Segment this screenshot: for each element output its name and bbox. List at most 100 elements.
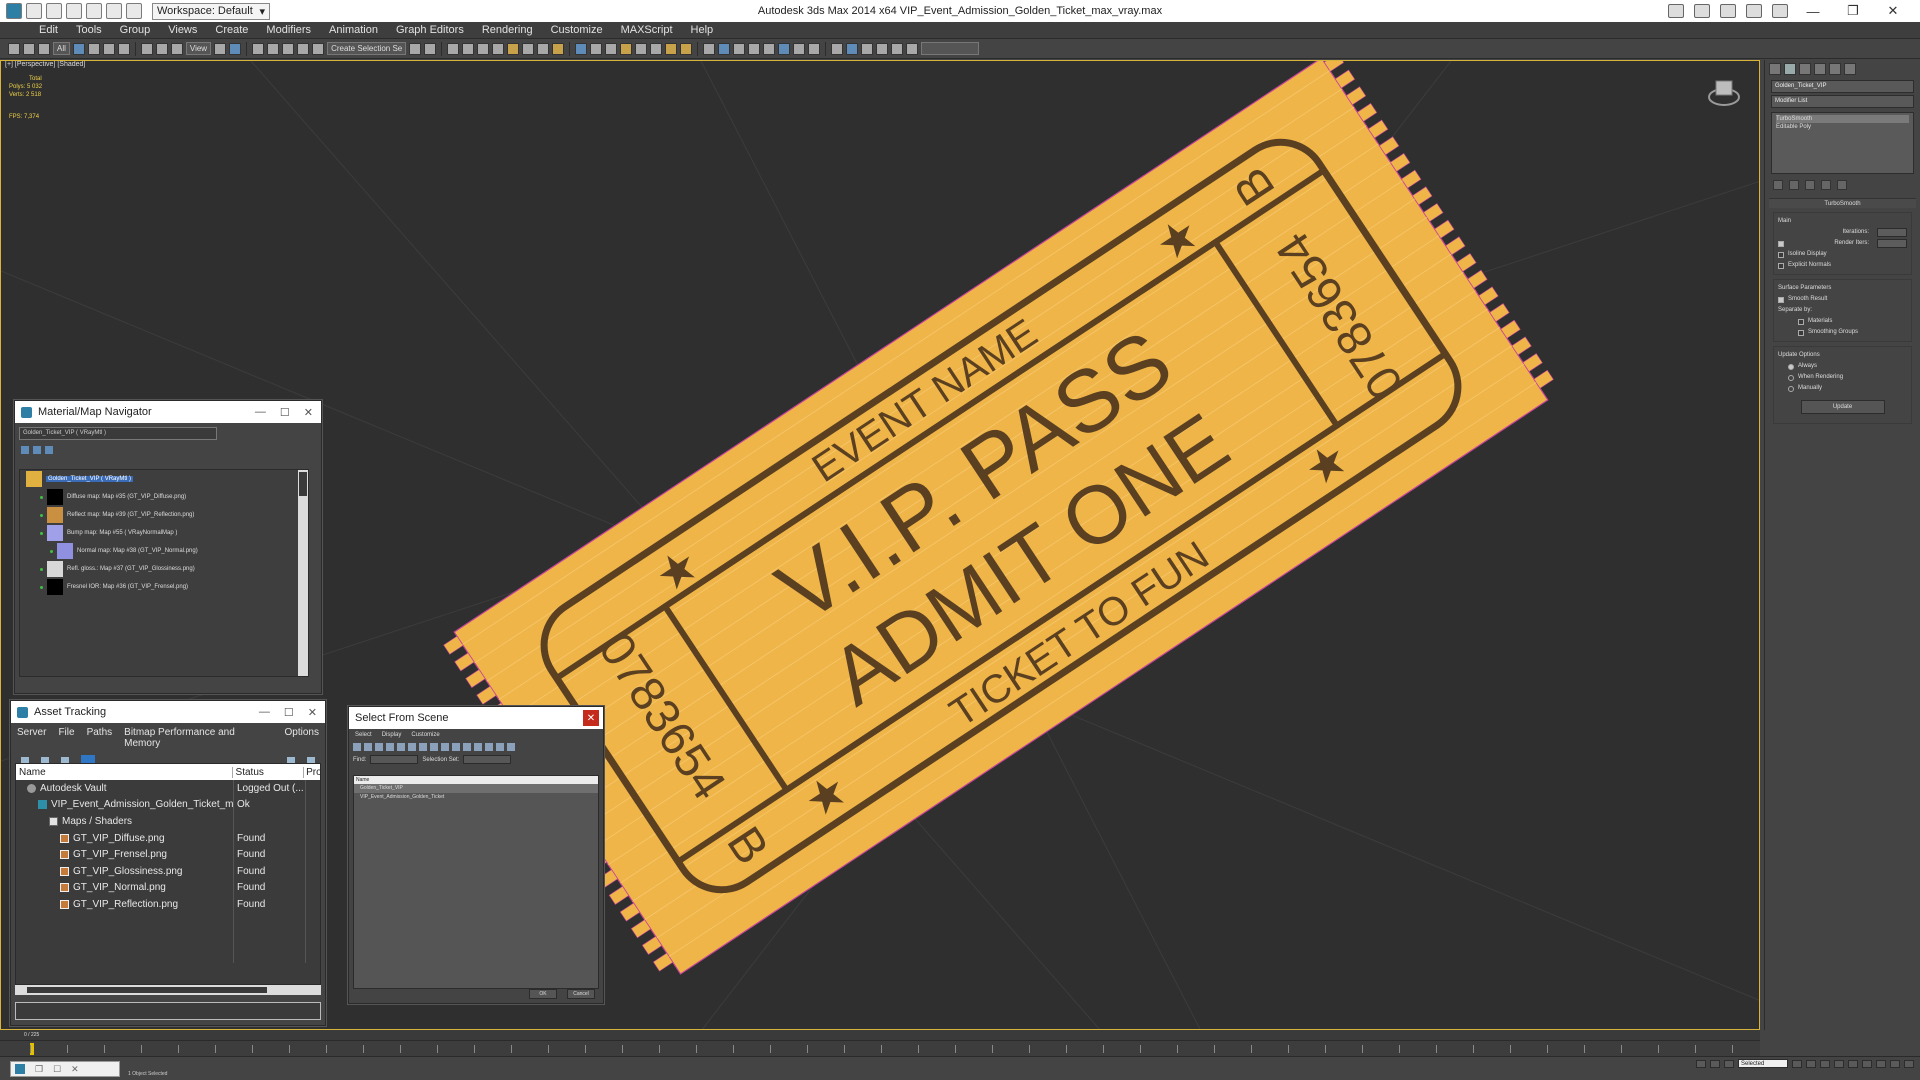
modifier-list-dropdown[interactable]: Modifier List [1771,95,1914,108]
table-row[interactable]: GT_VIP_Reflection.png Found [16,896,320,913]
smoothing-groups-checkbox[interactable] [1798,329,1804,336]
explicit-normals-checkbox[interactable] [1778,262,1784,269]
close-button[interactable]: ✕ [304,406,313,419]
schematic-view-icon[interactable] [492,42,505,55]
menu-item-file[interactable]: File [58,727,74,749]
menu-item-group[interactable]: Group [111,24,160,36]
show-end-result-icon[interactable] [1789,180,1799,190]
always-radio[interactable] [1788,363,1794,370]
vray-mtl-icon[interactable] [763,42,776,55]
material-tree[interactable]: Golden_Ticket_VIP ( VRayMtl ) Diffuse map… [19,469,309,677]
maximize-button[interactable]: ❐ [1838,3,1868,19]
search-icon[interactable] [1668,4,1684,18]
select-all-icon[interactable] [485,743,493,751]
table-row[interactable]: Maps / Shaders [16,813,320,830]
material-tree-item[interactable]: Diffuse map: Map #35 (GT_VIP_Diffuse.png… [20,488,308,506]
extra-tool-1-icon[interactable] [831,42,844,55]
restore-icon[interactable]: ❐ [35,1064,43,1075]
extra-tool-4-icon[interactable] [876,42,889,55]
menu-item-modifiers[interactable]: Modifiers [257,24,320,36]
vray-sun-icon[interactable] [620,42,633,55]
menu-item-customize[interactable]: Customize [542,24,612,36]
render-iters-checkbox[interactable] [1778,240,1784,247]
list-item[interactable]: VIP_Event_Admission_Golden_Ticket [354,793,598,802]
view-large-icons-icon[interactable] [45,446,53,454]
select-from-scene-titlebar[interactable]: Select From Scene ✕ [349,707,603,729]
pan-icon[interactable] [1876,1059,1886,1068]
menu-item-help[interactable]: Help [682,24,723,36]
filter-helpers-icon[interactable] [397,743,405,751]
new-file-icon[interactable] [26,3,42,19]
table-row[interactable]: GT_VIP_Frensel.png Found [16,846,320,863]
ok-button[interactable]: OK [529,989,557,999]
render-iters-spinner[interactable] [1877,239,1907,248]
extra-tool-3-icon[interactable] [861,42,874,55]
menu-item-select[interactable]: Select [355,732,372,738]
menu-item-server[interactable]: Server [17,727,46,749]
render-setup-icon[interactable] [522,42,535,55]
save-icon[interactable] [66,3,82,19]
modifier-stack-item[interactable]: Editable Poly [1776,123,1909,131]
vray-displacement-icon[interactable] [733,42,746,55]
rollout-turbosmooth[interactable]: TurboSmooth [1769,198,1916,208]
filter-containers-icon[interactable] [452,743,460,751]
vray-env-icon[interactable] [808,42,821,55]
go-to-end-icon[interactable] [1848,1059,1858,1068]
select-link-icon[interactable] [8,42,20,55]
layer-manager-icon[interactable] [447,42,460,55]
app-menu-icon[interactable] [6,3,22,19]
vray-toon-icon[interactable] [793,42,806,55]
material-tree-item[interactable]: Normal map: Map #38 (GT_VIP_Normal.png) [20,542,308,560]
maximize-viewport-icon[interactable] [1904,1059,1914,1068]
manipulate-icon[interactable] [229,42,242,55]
select-by-name-icon[interactable] [87,42,100,55]
menu-item-animation[interactable]: Animation [320,24,387,36]
scrollbar-thumb[interactable] [27,987,267,993]
track-bar[interactable] [0,1040,1760,1056]
view-list-icon[interactable] [21,446,29,454]
close-button[interactable]: ✕ [308,706,317,719]
selection-filter-dropdown[interactable]: All [53,42,70,55]
previous-frame-icon[interactable] [1806,1059,1816,1068]
modify-tab-icon[interactable] [1784,63,1796,75]
vray-frame-buffer-icon[interactable] [575,42,588,55]
lock-icon[interactable] [1696,1059,1706,1068]
scale-icon[interactable] [170,42,183,55]
view-thumbnails-icon[interactable] [33,446,41,454]
table-row[interactable] [16,929,320,946]
rect-selection-icon[interactable] [102,42,115,55]
make-unique-icon[interactable] [1805,180,1815,190]
viewport-label[interactable]: [+] [Perspective] [Shaded] [5,61,85,68]
vray-fur-icon[interactable] [718,42,731,55]
create-tab-icon[interactable] [1769,63,1781,75]
asset-tracking-titlebar[interactable]: Asset Tracking — ☐ ✕ [11,701,325,723]
filter-hidden-icon[interactable] [474,743,482,751]
materials-checkbox[interactable] [1798,318,1804,325]
vray-proxy-icon[interactable] [703,42,716,55]
matnav-titlebar[interactable]: Material/Map Navigator — ☐ ✕ [15,401,321,423]
filter-lights-icon[interactable] [375,743,383,751]
maximize-button[interactable]: ☐ [284,706,294,719]
display-tab-icon[interactable] [1829,63,1841,75]
utilities-tab-icon[interactable] [1844,63,1856,75]
play-icon[interactable] [1820,1059,1830,1068]
table-row[interactable] [16,945,320,963]
column-proxy[interactable]: Proxy [304,767,320,778]
close-icon[interactable]: ✕ [71,1064,79,1075]
reference-coordinate-dropdown[interactable]: View [185,42,212,55]
column-name[interactable]: Name [16,766,233,778]
next-frame-icon[interactable] [1834,1059,1844,1068]
asset-path-field[interactable] [15,1002,321,1020]
viewcube-icon[interactable] [1707,75,1741,109]
filter-geometry-icon[interactable] [353,743,361,751]
modifier-stack-item[interactable]: TurboSmooth [1776,115,1909,123]
star-icon[interactable] [1746,4,1762,18]
filter-groups-icon[interactable] [419,743,427,751]
update-button[interactable]: Update [1800,400,1885,414]
horizontal-scrollbar[interactable] [15,985,321,995]
mirror-icon[interactable] [409,42,422,55]
align-icon[interactable] [424,42,437,55]
remove-modifier-icon[interactable] [1821,180,1831,190]
move-icon[interactable] [140,42,153,55]
window-crossing-icon[interactable] [117,42,130,55]
